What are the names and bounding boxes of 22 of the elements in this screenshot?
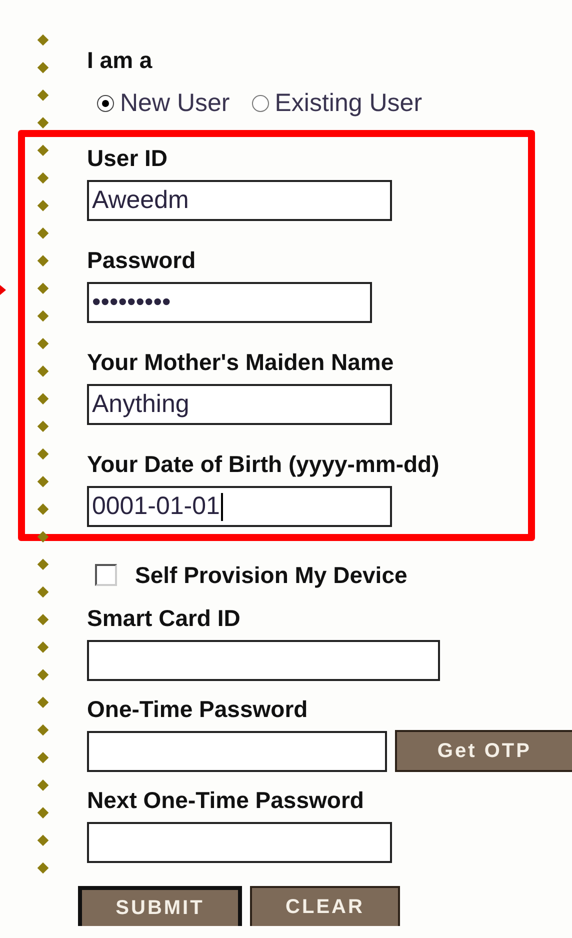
field-label: I am a bbox=[87, 46, 154, 75]
input-field[interactable] bbox=[87, 731, 387, 772]
radio-option[interactable]: New User bbox=[97, 88, 230, 118]
input-field[interactable]: 0001-01-01 bbox=[87, 486, 392, 527]
field-label: Password bbox=[87, 246, 197, 275]
form-button[interactable]: CLEAR bbox=[250, 886, 400, 926]
field-label: User ID bbox=[87, 144, 169, 173]
input-field[interactable]: ••••••••• bbox=[87, 282, 372, 323]
get-otp-button[interactable]: Get OTP bbox=[394, 730, 572, 772]
field-label: Next One-Time Password bbox=[87, 786, 365, 815]
input-field[interactable] bbox=[87, 640, 440, 681]
input-field[interactable] bbox=[87, 822, 392, 863]
form-button[interactable]: SUBMIT bbox=[78, 886, 242, 926]
field-label: Your Date of Birth (yyyy-mm-dd) bbox=[87, 450, 440, 479]
radio-option[interactable]: Existing User bbox=[252, 88, 422, 118]
field-label: One-Time Password bbox=[87, 695, 309, 724]
arrow-tip-icon bbox=[0, 285, 6, 295]
input-field[interactable]: Aweedm bbox=[87, 180, 392, 221]
field-label: Your Mother's Maiden Name bbox=[87, 348, 395, 377]
field-label: Smart Card ID bbox=[87, 604, 242, 633]
input-field[interactable]: Anything bbox=[87, 384, 392, 425]
checkbox-option[interactable]: Self Provision My Device bbox=[95, 560, 572, 590]
